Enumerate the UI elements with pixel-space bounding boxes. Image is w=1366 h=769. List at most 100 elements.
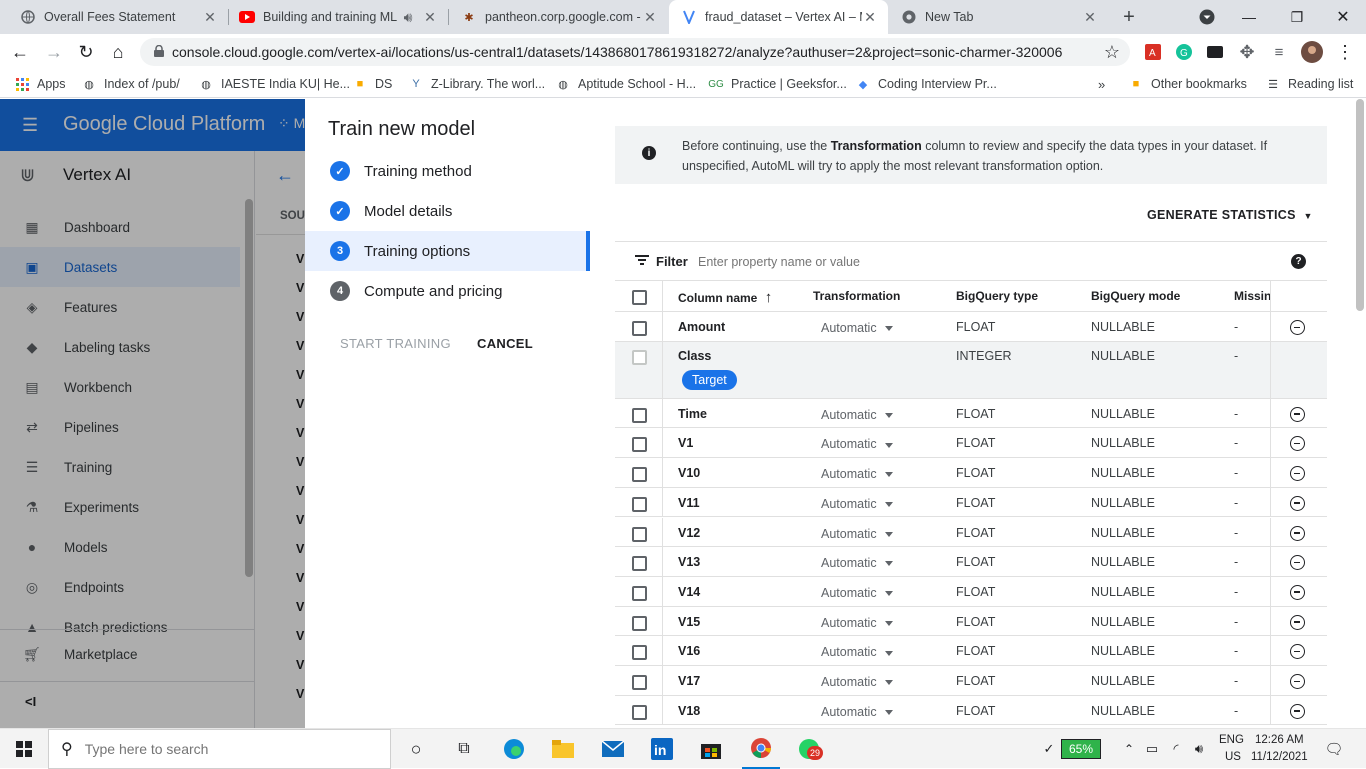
reload-icon[interactable]: ↻ [74, 40, 98, 64]
address-bar[interactable]: console.cloud.google.com/vertex-ai/locat… [140, 38, 1130, 66]
sidebar-item-experiments[interactable]: ⚗ Experiments [0, 487, 240, 527]
grammarly-extension-icon[interactable]: G [1172, 40, 1196, 64]
sidebar-scrollbar[interactable] [245, 199, 253, 577]
step-training-options[interactable]: 3 Training options [305, 231, 590, 271]
row-checkbox[interactable] [632, 467, 647, 483]
step-model-details[interactable]: ✓ Model details [305, 191, 590, 231]
remove-column-icon[interactable] [1290, 525, 1305, 541]
forward-arrow-icon[interactable]: → [42, 40, 66, 64]
clock-date[interactable]: 11/12/2021 [1251, 751, 1308, 763]
notifications-icon[interactable]: 🗨︎ [1322, 729, 1346, 769]
speaker-icon[interactable]: 🔊︎ [400, 9, 416, 26]
select-all-checkbox[interactable] [632, 290, 647, 305]
bookmark-zlibrary[interactable]: Y Z-Library. The worl... [409, 70, 545, 98]
acrobat-extension-icon[interactable]: A [1141, 40, 1165, 64]
back-arrow-icon[interactable]: ← [276, 165, 294, 186]
row-checkbox[interactable] [632, 496, 647, 512]
sidebar-item-workbench[interactable]: ▤ Workbench [0, 367, 240, 407]
home-icon[interactable]: ⌂ [106, 40, 130, 64]
transformation-dropdown[interactable]: Automatic [821, 527, 893, 541]
bookmark-index-pub[interactable]: ◍ Index of /pub/ [82, 70, 180, 98]
gcp-product-name[interactable]: Google Cloud Platform [63, 113, 265, 136]
linkedin-icon[interactable]: in [646, 729, 678, 769]
bookmark-apps[interactable]: Apps [15, 70, 66, 98]
remove-column-icon[interactable] [1290, 406, 1305, 422]
sidebar-item-endpoints[interactable]: ◎ Endpoints [0, 567, 240, 607]
start-training-button[interactable]: START TRAINING [340, 336, 451, 351]
battery-icon[interactable]: ▭ [1142, 729, 1162, 769]
transformation-dropdown[interactable]: Automatic [821, 437, 893, 451]
bookmark-other-bookmarks[interactable]: ■ Other bookmarks [1129, 70, 1247, 98]
sidebar-item-training[interactable]: ☰ Training [0, 447, 240, 487]
close-tab-icon[interactable]: ✕ [1082, 9, 1098, 26]
transformation-dropdown[interactable]: Automatic [821, 321, 893, 335]
security-shield-icon[interactable]: ✓ [1038, 729, 1060, 769]
tab-building-training-ml[interactable]: Building and training ML 🔊︎ ✕ [229, 0, 448, 34]
remove-column-icon[interactable] [1290, 436, 1305, 452]
more-bookmarks-chevron[interactable]: » [1098, 70, 1105, 98]
close-tab-icon[interactable]: ✕ [862, 9, 878, 26]
sidebar-item-labeling-tasks[interactable]: ◆ Labeling tasks [0, 327, 240, 367]
mail-icon[interactable] [597, 729, 629, 769]
remove-column-icon[interactable] [1290, 584, 1305, 600]
extensions-puzzle-icon[interactable]: ✥ [1235, 40, 1259, 64]
project-selector[interactable]: ⁘ M [278, 115, 305, 132]
help-icon[interactable]: ? [1291, 253, 1306, 269]
close-window-icon[interactable]: ✕ [1331, 5, 1355, 29]
reading-queue-icon[interactable]: ≡ [1267, 40, 1291, 64]
tab-search-button[interactable] [1195, 5, 1219, 29]
remove-column-icon[interactable] [1290, 466, 1305, 482]
bookmark-ds-folder[interactable]: ■ DS [353, 70, 393, 98]
transformation-dropdown[interactable]: Automatic [821, 556, 893, 570]
generate-statistics-button[interactable]: GENERATE STATISTICS ▼ [1147, 208, 1313, 222]
hamburger-menu-icon[interactable]: ☰ [22, 115, 38, 136]
transformation-dropdown[interactable]: Automatic [821, 675, 893, 689]
remove-column-icon[interactable] [1290, 555, 1305, 571]
close-tab-icon[interactable]: ✕ [422, 9, 438, 26]
transformation-dropdown[interactable]: Automatic [821, 408, 893, 422]
row-checkbox[interactable] [632, 615, 647, 631]
bookmark-reading-list[interactable]: ☰ Reading list [1266, 70, 1353, 98]
chrome-menu-icon[interactable]: ⋮ [1333, 40, 1357, 64]
remove-column-icon[interactable] [1290, 495, 1305, 511]
whatsapp-icon[interactable]: 29 [793, 729, 825, 769]
taskbar-search-input[interactable] [84, 741, 365, 757]
tab-fraud-dataset[interactable]: fraud_dataset – Vertex AI – M ✕ [669, 0, 888, 34]
transformation-dropdown[interactable]: Automatic [821, 586, 893, 600]
tab-new-tab[interactable]: New Tab ✕ [889, 0, 1108, 34]
filter-input[interactable] [698, 252, 1098, 272]
transformation-dropdown[interactable]: Automatic [821, 705, 893, 719]
show-hidden-icons-chevron[interactable]: ⌃ [1120, 729, 1138, 769]
row-checkbox[interactable] [632, 526, 647, 542]
step-training-method[interactable]: ✓ Training method [305, 151, 590, 191]
file-explorer-icon[interactable] [547, 729, 579, 769]
store-icon[interactable] [695, 729, 727, 769]
restore-window-icon[interactable]: ❐ [1285, 5, 1309, 29]
profile-avatar[interactable] [1300, 40, 1324, 64]
sidebar-item-dashboard[interactable]: ▦ Dashboard [0, 207, 240, 247]
row-checkbox[interactable] [632, 437, 647, 453]
clock-time[interactable]: 12:26 AM [1255, 734, 1304, 746]
column-name-header[interactable]: Column name ↑ [678, 289, 772, 306]
remove-column-icon[interactable] [1290, 320, 1305, 335]
row-checkbox[interactable] [632, 321, 647, 336]
transformation-dropdown[interactable]: Automatic [821, 467, 893, 481]
remove-column-icon[interactable] [1290, 674, 1305, 689]
remove-column-icon[interactable] [1290, 614, 1305, 630]
bookmark-aptitude-school[interactable]: ◍ Aptitude School - H... [556, 70, 696, 98]
row-checkbox[interactable] [632, 407, 647, 423]
chrome-taskbar-icon[interactable] [742, 729, 780, 769]
row-checkbox[interactable] [632, 704, 647, 720]
windows-start-icon[interactable] [0, 729, 48, 769]
sidebar-item-features[interactable]: ◈ Features [0, 287, 240, 327]
main-scrollbar[interactable] [1356, 99, 1364, 311]
extension-icon[interactable] [1203, 40, 1227, 64]
cancel-button[interactable]: CANCEL [477, 336, 533, 351]
task-view-icon[interactable]: ⧉ [448, 729, 480, 769]
sidebar-item-datasets[interactable]: ▣ Datasets [0, 247, 240, 287]
close-tab-icon[interactable]: ✕ [642, 9, 658, 26]
wifi-icon[interactable]: ◜ [1166, 729, 1186, 769]
tab-pantheon[interactable]: ✱ pantheon.corp.google.com - ✕ [449, 0, 668, 34]
region-indicator[interactable]: US [1225, 751, 1241, 763]
new-tab-button[interactable]: + [1117, 5, 1141, 29]
